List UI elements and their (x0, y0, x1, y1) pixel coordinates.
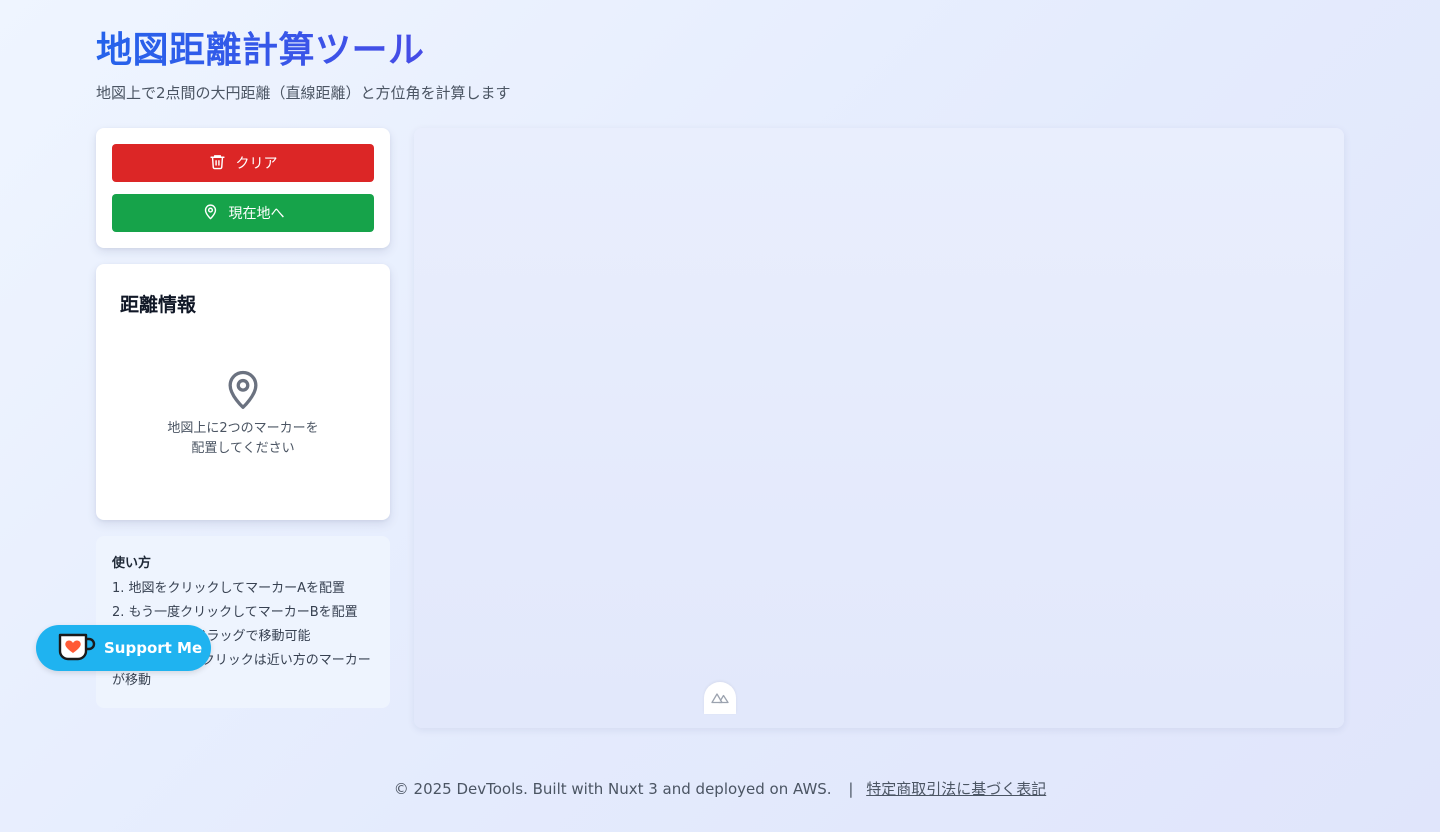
clear-button[interactable]: クリア (112, 144, 374, 182)
distance-info-title: 距離情報 (120, 294, 197, 316)
distance-info-panel: 距離情報 地図上に2つのマーカーを 配置してください (96, 264, 390, 520)
page-header: 地図距離計算ツール 地図上で2点間の大円距離（直線距離）と方位角を計算します (96, 28, 511, 103)
trash-icon (209, 153, 226, 174)
legal-notice-link[interactable]: 特定商取引法に基づく表記 (866, 780, 1046, 798)
clear-button-label: クリア (235, 156, 278, 172)
page-subtitle: 地図上で2点間の大円距離（直線距離）と方位角を計算します (96, 84, 511, 102)
usage-title: 使い方 (112, 556, 152, 571)
footer-copyright: © 2025 DevTools. Built with Nuxt 3 and d… (393, 780, 832, 798)
nuxt-icon[interactable] (704, 682, 736, 714)
coffee-cup-heart-icon (56, 631, 96, 666)
map-pin-icon (120, 367, 366, 411)
footer: © 2025 DevTools. Built with Nuxt 3 and d… (0, 778, 1440, 799)
controls-panel: クリア 現在地へ (96, 128, 390, 248)
map-pin-icon (202, 203, 219, 224)
empty-state: 地図上に2つのマーカーを 配置してください (120, 367, 366, 459)
support-me-button[interactable]: Support Me (36, 625, 211, 671)
support-me-label: Support Me (104, 639, 203, 657)
current-location-button[interactable]: 現在地へ (112, 194, 374, 232)
usage-panel: 使い方 1. 地図をクリックしてマーカーAを配置 2. もう一度クリックしてマー… (96, 536, 390, 708)
page-title: 地図距離計算ツール (96, 28, 511, 74)
usage-step: 1. 地図をクリックしてマーカーAを配置 (112, 581, 346, 596)
map-area[interactable] (414, 128, 1344, 728)
empty-state-message: 地図上に2つのマーカーを 配置してください (167, 421, 319, 456)
current-location-label: 現在地へ (228, 206, 285, 222)
footer-separator: | (848, 780, 854, 798)
usage-step: 2. もう一度クリックしてマーカーBを配置 (112, 605, 358, 620)
